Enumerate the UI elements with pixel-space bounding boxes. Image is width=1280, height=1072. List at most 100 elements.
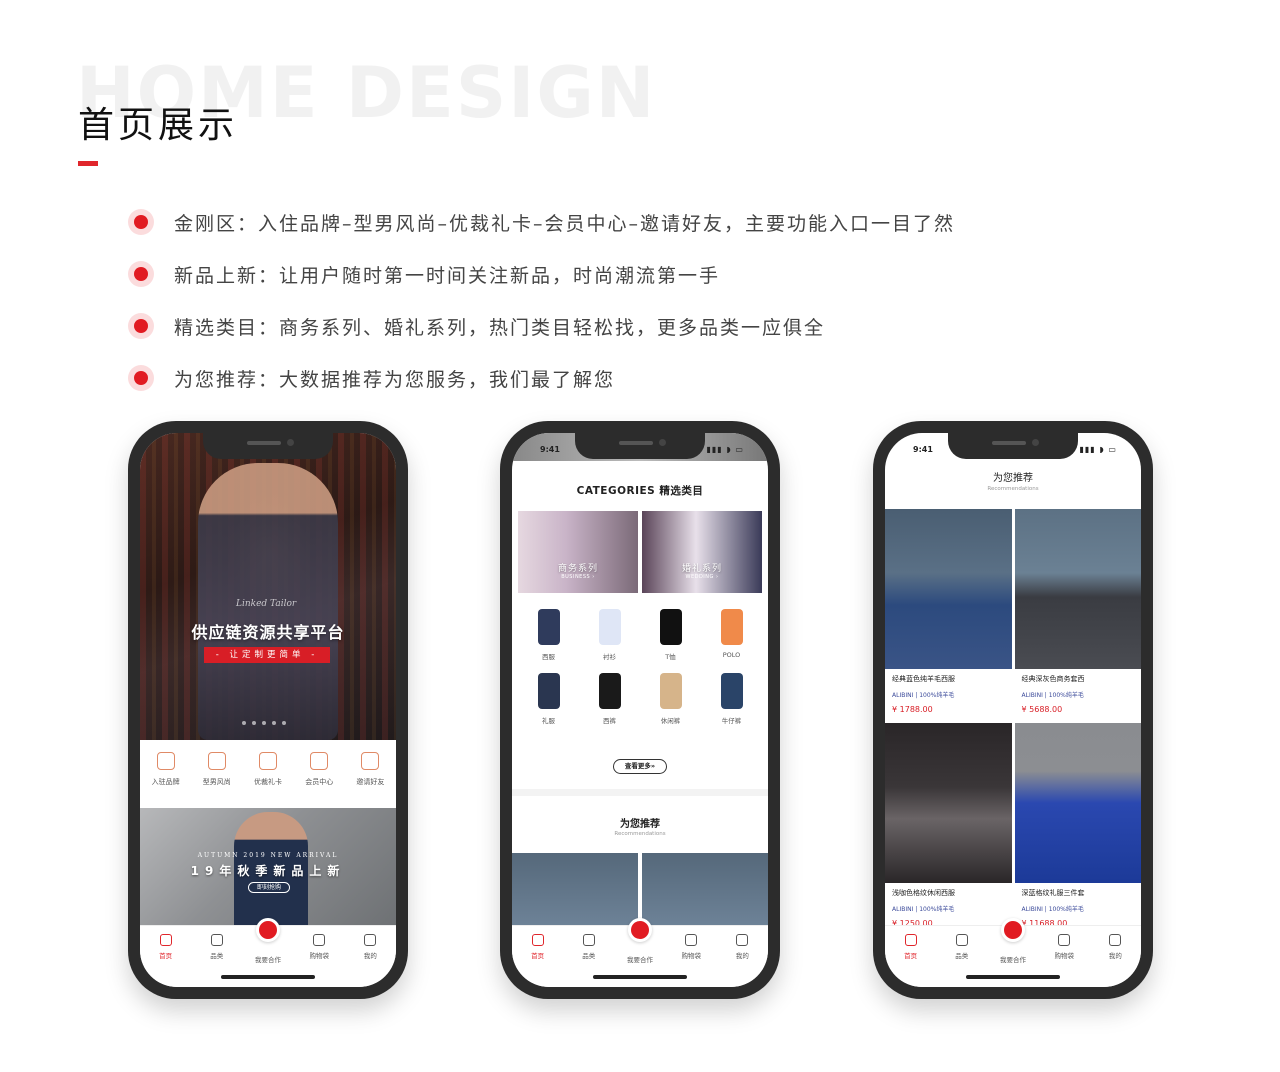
bullet-dot-icon [128,261,154,287]
home-icon [531,934,544,946]
feature-text: 精选类目：商务系列、婚礼系列，热门类目轻松找，更多品类一应俱全 [174,316,826,339]
garment-icon [537,609,560,645]
banner-chinese-text: 19年秋季新品上新 [190,864,346,878]
bullet-dot-icon [128,313,154,339]
hero-banner[interactable]: Linked Tailor 供应链资源共享平台 - 让定制更简单 - [140,433,396,740]
recommend-preview [512,853,768,925]
recommend-subtitle: Recommendations [614,831,666,837]
handshake-icon [1001,918,1025,942]
category-item[interactable]: 西服 [518,609,579,661]
tab-mine[interactable]: 我的 [345,926,396,987]
feature-item: 新品上新：让用户随时第一时间关注新品，时尚潮流第一手 [128,248,955,300]
card-subtitle: WEDDING › [685,574,719,580]
garment-icon [598,673,621,709]
product-name: 深蓝格纹礼服三件套 [1021,889,1085,897]
status-time: 9:41 [913,445,933,454]
category-grid: 西服 衬衫 T恤 POLO 礼服 西裤 休闲裤 牛仔裤 [518,609,762,725]
title-accent-bar [78,161,98,166]
product-grid: 经典蓝色纯羊毛西服 ALIBINI | 100%纯羊毛 ¥ 1788.00 经典… [885,509,1141,935]
product-photo [885,509,1012,669]
entry-label: 优裁礼卡 [254,778,282,786]
categories-title: CATEGORIES 精选类目 [576,485,704,497]
category-label: 衬衫 [603,653,616,661]
phone-notch [948,433,1078,459]
category-label: 西服 [542,653,555,661]
product-card[interactable]: 深蓝格纹礼服三件套 ALIBINI | 100%纯羊毛 ¥ 11688.00 [1014,723,1141,935]
view-more-button[interactable]: 查看更多» [613,759,667,774]
category-item[interactable]: T恤 [640,609,701,661]
phone-mockup-categories: 9:41 ▮▮▮ ◗ ▭ CATEGORIES 精选类目 商务系列 BUSINE… [500,421,780,999]
hat-icon [207,752,226,770]
handshake-icon [628,918,652,942]
card-subtitle: BUSINESS › [561,574,595,580]
entry-fashion[interactable]: 型男风尚 [191,740,242,808]
entry-invite[interactable]: 邀请好友 [345,740,396,808]
garment-icon [598,609,621,645]
garment-icon [720,673,743,709]
tab-home[interactable]: 首页 [140,926,191,987]
entry-brands[interactable]: 入驻品牌 [140,740,191,808]
user-icon [1109,934,1122,946]
home-icon [904,934,917,946]
product-card[interactable]: 经典蓝色纯羊毛西服 ALIBINI | 100%纯羊毛 ¥ 1788.00 [885,509,1012,721]
tab-home[interactable]: 首页 [512,926,563,987]
product-photo[interactable] [642,853,768,925]
entry-member-center[interactable]: 会员中心 [294,740,345,808]
page-title: 首页展示 [78,105,239,146]
product-brand: ALIBINI | 100%纯羊毛 [1021,692,1084,699]
invite-icon [361,752,380,770]
hero-script-logo: Linked Tailor [236,599,297,609]
category-item[interactable]: 休闲裤 [640,673,701,725]
category-item[interactable]: 礼服 [518,673,579,725]
category-item[interactable]: 牛仔裤 [701,673,762,725]
bag-icon [685,934,698,946]
home-icon [159,934,172,946]
recommend-title: 为您推荐 [620,819,660,830]
recommend-title: 为您推荐 [993,473,1033,484]
phone-notch [203,433,333,459]
tab-home[interactable]: 首页 [885,926,936,987]
feature-text: 新品上新：让用户随时第一时间关注新品，时尚潮流第一手 [174,264,721,287]
diamond-icon [310,752,329,770]
category-item[interactable]: 西裤 [579,673,640,725]
business-series-card[interactable]: 商务系列 BUSINESS › [518,511,638,593]
bullet-dot-icon [128,209,154,235]
product-photo[interactable] [512,853,638,925]
tab-mine[interactable]: 我的 [717,926,768,987]
shirt-icon [955,934,968,946]
category-label: T恤 [665,653,676,661]
bag-icon [1058,934,1071,946]
phone-mockup-home: Linked Tailor 供应链资源共享平台 - 让定制更简单 - 入驻品牌 … [128,421,408,999]
product-card[interactable]: 浅咖色格纹休闲西服 ALIBINI | 100%纯羊毛 ¥ 1250.00 [885,723,1012,935]
phone-screen: Linked Tailor 供应链资源共享平台 - 让定制更简单 - 入驻品牌 … [140,433,396,987]
shirt-icon [582,934,595,946]
phone-screen: 9:41 ▮▮▮ ◗ ▭ 为您推荐 Recommendations 经典蓝色纯羊… [885,433,1141,987]
entry-gift-card[interactable]: 优裁礼卡 [242,740,293,808]
category-label: POLO [722,651,741,659]
product-brand: ALIBINI | 100%纯羊毛 [892,906,955,913]
new-arrival-banner[interactable]: AUTUMN 2019 NEW ARRIVAL 19年秋季新品上新 即刻抢购 [140,808,396,925]
home-indicator [221,975,315,979]
card-icon [259,752,277,770]
category-item[interactable]: 衬衫 [579,609,640,661]
product-brand: ALIBINI | 100%纯羊毛 [1021,906,1084,913]
category-item[interactable]: POLO [701,609,762,661]
category-label: 西裤 [603,717,616,725]
signal-battery-icon: ▮▮▮ ◗ ▭ [1079,445,1117,454]
entry-label: 型男风尚 [202,778,231,786]
shop-now-button[interactable]: 即刻抢购 [248,882,290,893]
tab-mine[interactable]: 我的 [1090,926,1141,987]
category-label: 牛仔裤 [721,717,742,725]
entry-label: 邀请好友 [356,778,385,786]
product-photo [1014,509,1141,669]
feature-list: 金刚区：入住品牌–型男风尚–优裁礼卡–会员中心–邀请好友，主要功能入口一目了然 … [128,196,955,404]
carousel-dots[interactable] [242,721,286,725]
product-card[interactable]: 经典深灰色商务套西 ALIBINI | 100%纯羊毛 ¥ 5688.00 [1014,509,1141,721]
quick-entry-bar: 入驻品牌 型男风尚 优裁礼卡 会员中心 邀请好友 [140,740,396,808]
product-name: 浅咖色格纹休闲西服 [892,889,955,897]
product-brand: ALIBINI | 100%纯羊毛 [892,692,955,699]
category-label: 礼服 [542,717,555,725]
card-title: 商务系列 [557,564,598,574]
hero-tagline: - 让定制更简单 - [204,647,330,663]
wedding-series-card[interactable]: 婚礼系列 WEDDING › [642,511,762,593]
